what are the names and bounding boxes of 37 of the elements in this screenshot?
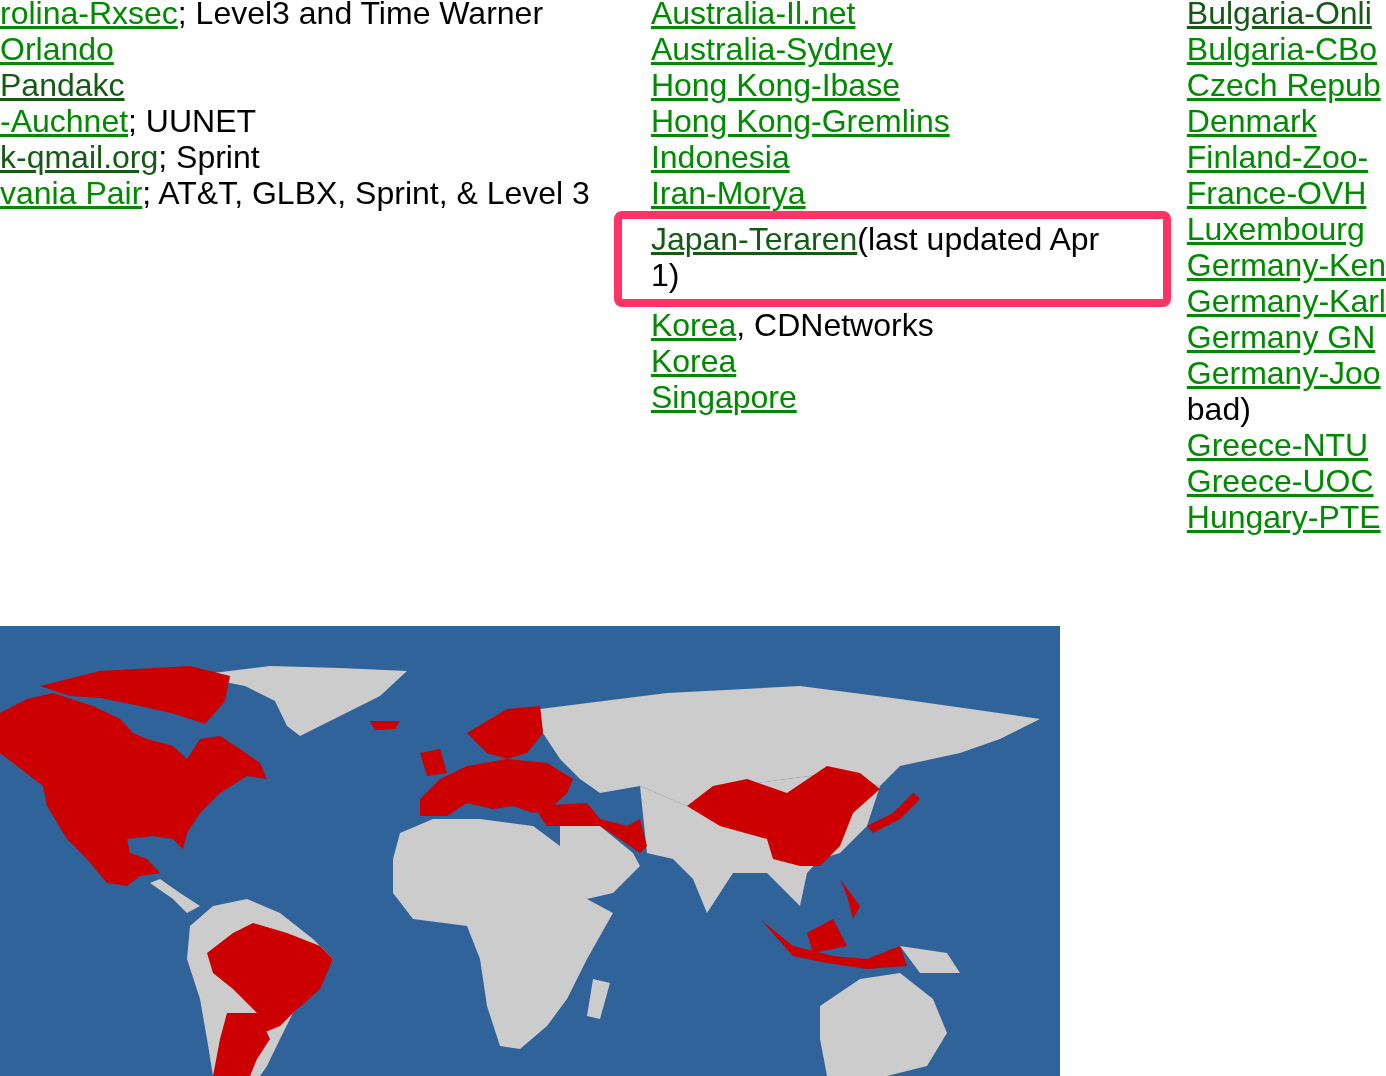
note-text: , CDNetworks bbox=[736, 307, 934, 343]
mirror-link[interactable]: Greece-UOC bbox=[1186, 463, 1374, 499]
mirror-link[interactable]: vania Pair bbox=[0, 175, 143, 211]
mirror-link[interactable]: rolina-Rxsec bbox=[0, 0, 178, 31]
mirror-link[interactable]: Bulgaria-Onli bbox=[1186, 0, 1372, 31]
mirror-link[interactable]: Indonesia bbox=[650, 139, 790, 175]
mirror-link[interactable]: Korea bbox=[650, 343, 737, 379]
mirror-link[interactable]: Australia-Il.net bbox=[650, 0, 856, 31]
mirror-link[interactable]: Germany-Karl bbox=[1186, 283, 1386, 319]
mirror-link[interactable]: Finland-Zoo- bbox=[1186, 139, 1369, 175]
mirror-link[interactable]: Germany-Joo bbox=[1186, 355, 1381, 391]
mirror-link[interactable]: Denmark bbox=[1186, 103, 1317, 139]
mirror-link[interactable]: k-qmail.org bbox=[0, 139, 159, 175]
note-text: ; UUNET bbox=[128, 103, 257, 139]
mirror-link[interactable]: Australia-Sydney bbox=[650, 31, 893, 67]
entry-text: Japan-Teraren(last updated Apr 1) bbox=[650, 221, 1101, 293]
mirror-link[interactable]: Greece-NTU bbox=[1186, 427, 1369, 463]
note-text: bad) bbox=[1186, 391, 1251, 427]
mirror-link[interactable]: Germany-Ken bbox=[1186, 247, 1386, 283]
mirror-link[interactable]: Bulgaria-CBo bbox=[1186, 31, 1378, 67]
mirror-link[interactable]: France-OVH bbox=[1186, 175, 1367, 211]
mirror-link[interactable]: Pandakc bbox=[0, 67, 125, 103]
mirror-link[interactable]: Korea bbox=[650, 307, 737, 343]
mirror-link[interactable]: Orlando bbox=[0, 31, 114, 67]
mirror-link[interactable]: Singapore bbox=[650, 379, 797, 415]
mirror-link[interactable]: Hong Kong-Gremlins bbox=[650, 103, 950, 139]
note-text: ; Level3 and Time Warner bbox=[177, 0, 544, 31]
note-text: ; Sprint bbox=[158, 139, 260, 175]
mirror-link[interactable]: Hong Kong-Ibase bbox=[650, 67, 900, 103]
mirror-link[interactable]: Hungary-PTE bbox=[1186, 499, 1381, 535]
mirror-link[interactable]: Iran-Morya bbox=[650, 175, 806, 211]
note-text: ; AT&T, GLBX, Sprint, & Level 3 bbox=[142, 175, 590, 211]
mirror-link[interactable]: -Auchnet bbox=[0, 103, 129, 139]
mirror-link[interactable]: Japan-Teraren bbox=[650, 221, 858, 257]
mirror-link[interactable]: Luxembourg bbox=[1186, 211, 1365, 247]
mirror-link[interactable]: Germany GN bbox=[1186, 319, 1376, 355]
mirror-link[interactable]: Czech Repub bbox=[1186, 67, 1381, 103]
